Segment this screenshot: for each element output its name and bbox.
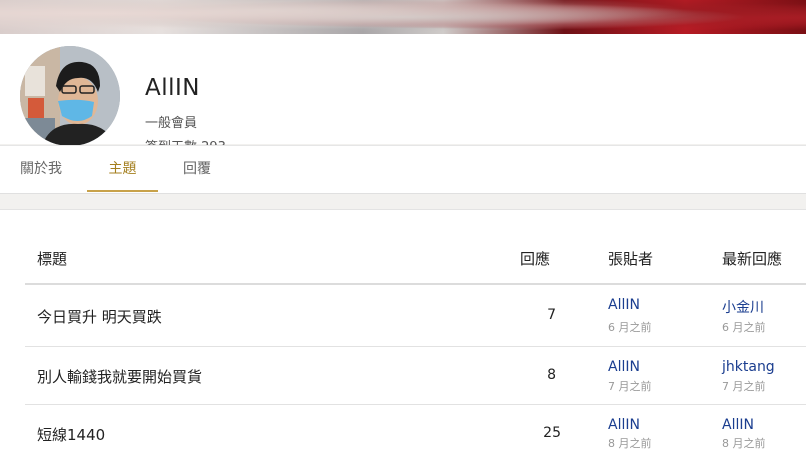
user-group: 一般會員 (145, 116, 198, 131)
tab-topics[interactable]: 主題 (87, 146, 158, 192)
latest-reply-link[interactable]: 小金川 (722, 297, 764, 317)
table-header: 標題 回應 張貼者 最新回應 (25, 210, 806, 285)
topic-title[interactable]: 今日買升 明天買跌 (37, 306, 162, 327)
table-row: 短線1440 25 AllIN 8 月之前 AllIN 8 月之前 (25, 405, 806, 470)
poster-link[interactable]: AllIN (608, 417, 640, 433)
latest-reply-time: 7 月之前 (722, 380, 766, 393)
user-name: AllIN (145, 75, 201, 101)
header-poster[interactable]: 張貼者 (608, 248, 653, 269)
poster-link[interactable]: AllIN (608, 359, 640, 375)
topics-table: 標題 回應 張貼者 最新回應 今日買升 明天買跌 7 AllIN 6 月之前 小… (0, 209, 806, 470)
reply-count: 7 (547, 307, 556, 323)
poster-time: 8 月之前 (608, 437, 652, 450)
poster-time: 6 月之前 (608, 321, 652, 334)
reply-count: 25 (543, 425, 561, 441)
header-title[interactable]: 標題 (37, 248, 67, 269)
header-replies[interactable]: 回應 (520, 248, 550, 269)
latest-reply-time: 6 月之前 (722, 321, 766, 334)
reply-count: 8 (547, 367, 556, 383)
avatar[interactable] (20, 46, 120, 146)
tab-replies[interactable]: 回覆 (183, 146, 213, 192)
latest-reply-time: 8 月之前 (722, 437, 766, 450)
latest-reply-link[interactable]: AllIN (722, 417, 754, 433)
tab-about[interactable]: 關於我 (20, 146, 64, 192)
poster-link[interactable]: AllIN (608, 297, 640, 313)
avatar-image (20, 46, 120, 146)
poster-time: 7 月之前 (608, 380, 652, 393)
latest-reply-link[interactable]: jhktang (722, 359, 775, 375)
profile-header: AllIN 一般會員 簽到天數 293 (0, 34, 806, 155)
topic-title[interactable]: 別人輸錢我就要開始買貨 (37, 366, 202, 387)
table-row: 別人輸錢我就要開始買貨 8 AllIN 7 月之前 jhktang 7 月之前 (25, 347, 806, 405)
topic-title[interactable]: 短線1440 (37, 424, 105, 445)
table-row: 今日買升 明天買跌 7 AllIN 6 月之前 小金川 6 月之前 (25, 285, 806, 347)
header-latest[interactable]: 最新回應 (722, 248, 782, 269)
profile-banner (0, 0, 806, 34)
profile-tabs: 關於我 主題 回覆 (0, 145, 806, 194)
